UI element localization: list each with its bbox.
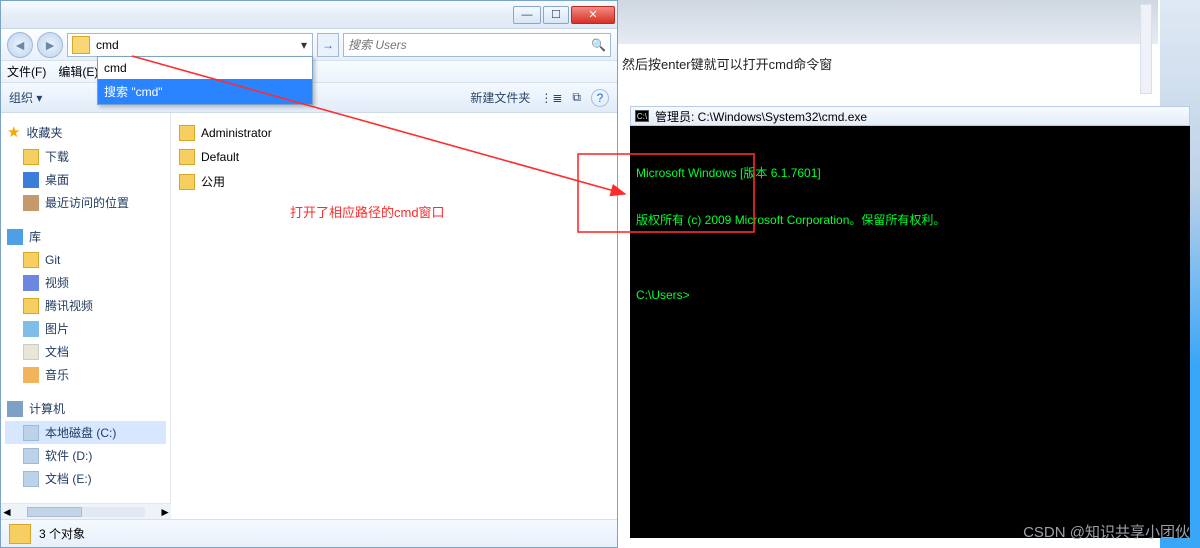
folder-icon	[23, 252, 39, 268]
cmd-prompt: C:\Users>	[636, 288, 1184, 302]
sidebar-libraries[interactable]: 库	[5, 224, 166, 249]
statusbar: 3 个对象	[1, 519, 617, 547]
star-icon: ★	[7, 123, 20, 141]
address-bar[interactable]: ▾	[67, 33, 313, 57]
sidebar-item-pictures[interactable]: 图片	[5, 317, 166, 340]
video-icon	[23, 275, 39, 291]
address-dropdown-item-selected[interactable]: 搜索 "cmd"	[98, 79, 312, 104]
folder-icon	[23, 298, 39, 314]
sidebar-item-drive-e[interactable]: 文档 (E:)	[5, 467, 166, 490]
search-icon: 🔍	[591, 38, 606, 52]
sidebar-favorites[interactable]: ★收藏夹	[5, 119, 166, 145]
cmd-line: Microsoft Windows [版本 6.1.7601]	[636, 164, 1184, 181]
cmd-title: 管理员: C:\Windows\System32\cmd.exe	[655, 108, 867, 125]
sidebar-item-desktop[interactable]: 桌面	[5, 168, 166, 191]
documents-icon	[23, 344, 39, 360]
folder-icon	[179, 149, 195, 165]
sidebar-item-drive-d[interactable]: 软件 (D:)	[5, 444, 166, 467]
status-count: 3 个对象	[39, 525, 85, 542]
close-button[interactable]: ✕	[571, 6, 615, 24]
library-icon	[7, 229, 23, 245]
background-top	[618, 0, 1158, 44]
drive-icon	[23, 448, 39, 464]
sidebar-item-music[interactable]: 音乐	[5, 363, 166, 386]
preview-button[interactable]: ⧉	[572, 90, 581, 105]
sidebar-item-tencent[interactable]: 腾讯视频	[5, 294, 166, 317]
maximize-button[interactable]: ☐	[543, 6, 569, 24]
music-icon	[23, 367, 39, 383]
address-dropdown-item[interactable]: cmd	[98, 57, 312, 79]
address-dropdown-toggle[interactable]: ▾	[296, 38, 312, 52]
annotation-caption: 然后按enter键就可以打开cmd命令窗	[622, 54, 832, 73]
sidebar-scrollbar[interactable]: ◄►	[1, 503, 171, 519]
drive-icon	[23, 471, 39, 487]
sidebar-item-video[interactable]: 视频	[5, 271, 166, 294]
sidebar: ★收藏夹 下载 桌面 最近访问的位置 库 Git 视频 腾讯视频 图片 文档 音…	[1, 113, 171, 519]
address-dropdown: cmd 搜索 "cmd"	[97, 56, 313, 105]
menu-file[interactable]: 文件(F)	[7, 63, 46, 80]
explorer-titlebar[interactable]: — ☐ ✕	[1, 1, 617, 29]
folder-icon	[9, 524, 31, 544]
cmd-window: C:\ 管理员: C:\Windows\System32\cmd.exe Mic…	[630, 106, 1190, 538]
folder-icon	[179, 125, 195, 141]
list-item[interactable]: Administrator	[177, 121, 611, 145]
watermark: CSDN @知识共享小团伙	[1023, 521, 1190, 542]
back-button[interactable]: ◄	[7, 32, 33, 58]
computer-icon	[7, 401, 23, 417]
desktop-icon	[23, 172, 39, 188]
cmd-icon: C:\	[635, 110, 649, 122]
recent-icon	[23, 195, 39, 211]
go-button[interactable]: →	[317, 33, 339, 57]
forward-button[interactable]: ►	[37, 32, 63, 58]
pictures-icon	[23, 321, 39, 337]
search-box[interactable]: 🔍	[343, 33, 611, 57]
menu-edit[interactable]: 编辑(E)	[58, 63, 98, 80]
file-list[interactable]: Administrator Default 公用	[171, 113, 617, 519]
help-button[interactable]: ?	[591, 89, 609, 107]
cmd-titlebar[interactable]: C:\ 管理员: C:\Windows\System32\cmd.exe	[630, 106, 1190, 126]
minimize-button[interactable]: —	[513, 6, 541, 24]
folder-icon	[179, 174, 195, 190]
page-scrollbar[interactable]	[1140, 4, 1152, 94]
list-item[interactable]: Default	[177, 145, 611, 169]
list-item[interactable]: 公用	[177, 169, 611, 194]
address-input[interactable]	[94, 38, 296, 52]
annotation-label: 打开了相应路径的cmd窗口	[290, 202, 445, 221]
sidebar-computer[interactable]: 计算机	[5, 396, 166, 421]
cmd-line: 版权所有 (c) 2009 Microsoft Corporation。保留所有…	[636, 211, 1184, 228]
cmd-body[interactable]: Microsoft Windows [版本 6.1.7601] 版权所有 (c)…	[630, 126, 1190, 538]
search-input[interactable]	[348, 38, 591, 52]
sidebar-item-recent[interactable]: 最近访问的位置	[5, 191, 166, 214]
new-folder-button[interactable]: 新建文件夹	[470, 89, 530, 106]
drive-icon	[23, 425, 39, 441]
sidebar-item-git[interactable]: Git	[5, 249, 166, 271]
explorer-window: — ☐ ✕ ◄ ► ▾ → 🔍 cmd 搜索 "cmd" 文件(F) 编辑(E)…	[0, 0, 618, 548]
folder-icon	[23, 149, 39, 165]
view-button[interactable]: ⋮≣	[540, 91, 562, 105]
organize-button[interactable]: 组织 ▾	[9, 89, 42, 106]
sidebar-item-documents[interactable]: 文档	[5, 340, 166, 363]
sidebar-item-downloads[interactable]: 下载	[5, 145, 166, 168]
folder-icon	[72, 36, 90, 54]
sidebar-item-drive-c[interactable]: 本地磁盘 (C:)	[5, 421, 166, 444]
